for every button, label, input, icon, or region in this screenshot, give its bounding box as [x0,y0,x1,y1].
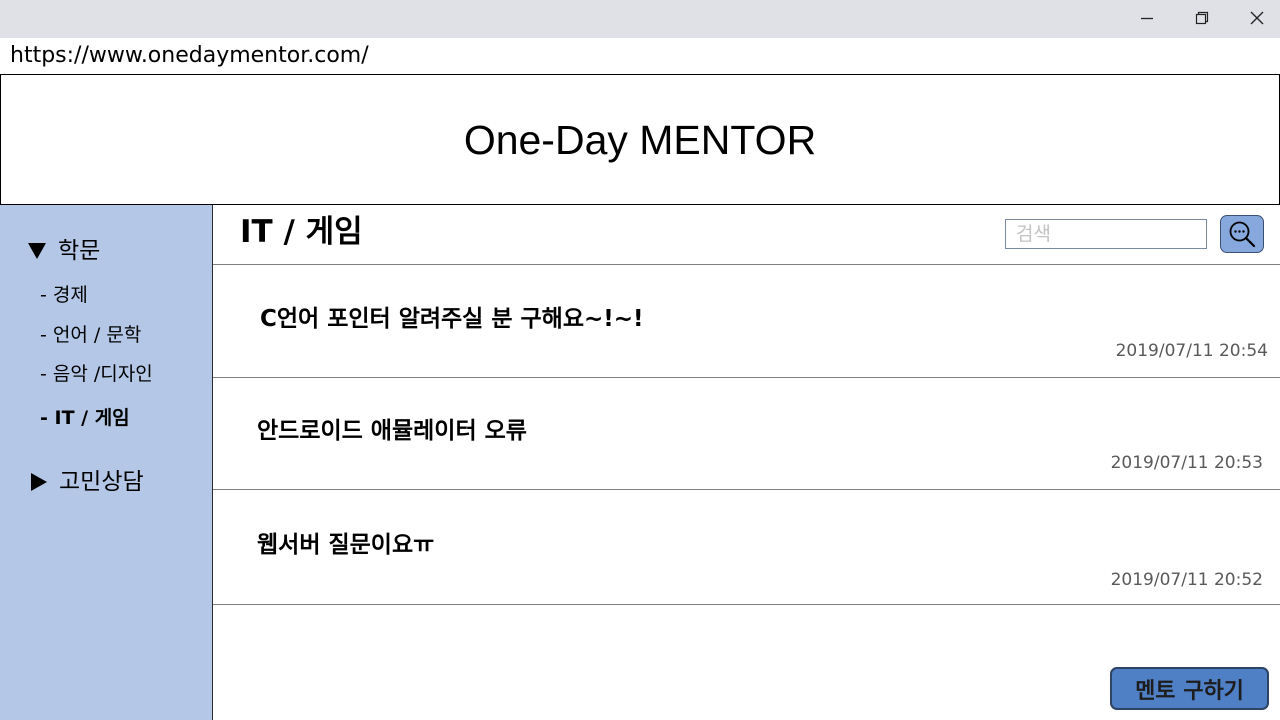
sidebar-item-it-game[interactable]: - IT / 게임 [40,406,130,430]
sidebar-item-music-design[interactable]: - 음악 /디자인 [40,362,153,386]
category-sidebar: 학문 - 경제 - 언어 / 문학 - 음악 /디자인 - IT / 게임 고민… [0,205,213,720]
minimize-icon[interactable] [1124,0,1170,36]
post-title[interactable]: C언어 포인터 알려주실 분 구해요~!~! [260,304,644,334]
search-input[interactable] [1005,219,1207,249]
restore-icon[interactable] [1179,0,1225,36]
sidebar-item-economics[interactable]: - 경제 [40,283,88,307]
post-title[interactable]: 안드로이드 애뮬레이터 오류 [257,416,527,446]
post-date: 2019/07/11 20:53 [1110,453,1263,473]
post-item[interactable]: 안드로이드 애뮬레이터 오류 2019/07/11 20:53 [213,378,1280,489]
close-icon[interactable] [1234,0,1280,36]
collapsed-triangle-icon [31,473,47,491]
search-button[interactable] [1220,215,1264,253]
find-mentor-button[interactable]: 멘토 구하기 [1110,667,1269,710]
category-counseling[interactable]: 고민상담 [28,467,144,497]
page-title: IT / 게임 [240,214,363,250]
post-title[interactable]: 웹서버 질문이요ㅠ [257,530,434,560]
search-icon [1229,221,1256,248]
sidebar-item-language-literature[interactable]: - 언어 / 문학 [40,323,141,347]
window-titlebar [0,0,1280,38]
site-title[interactable]: One-Day MENTOR [1,115,1279,165]
category-academics[interactable]: 학문 [28,236,100,266]
address-url[interactable]: https://www.onedaymentor.com/ [10,43,369,69]
divider [213,604,1280,605]
post-item[interactable]: 웹서버 질문이요ㅠ 2019/07/11 20:52 [213,490,1280,604]
expanded-triangle-icon [28,243,46,259]
category-label: 고민상담 [59,469,144,495]
site-header: One-Day MENTOR [0,74,1280,205]
category-label: 학문 [58,238,101,264]
address-bar[interactable]: https://www.onedaymentor.com/ [0,38,1280,74]
post-item[interactable]: C언어 포인터 알려주실 분 구해요~!~! 2019/07/11 20:54 [213,265,1280,377]
post-date: 2019/07/11 20:52 [1110,570,1263,590]
post-date: 2019/07/11 20:54 [1115,341,1268,361]
